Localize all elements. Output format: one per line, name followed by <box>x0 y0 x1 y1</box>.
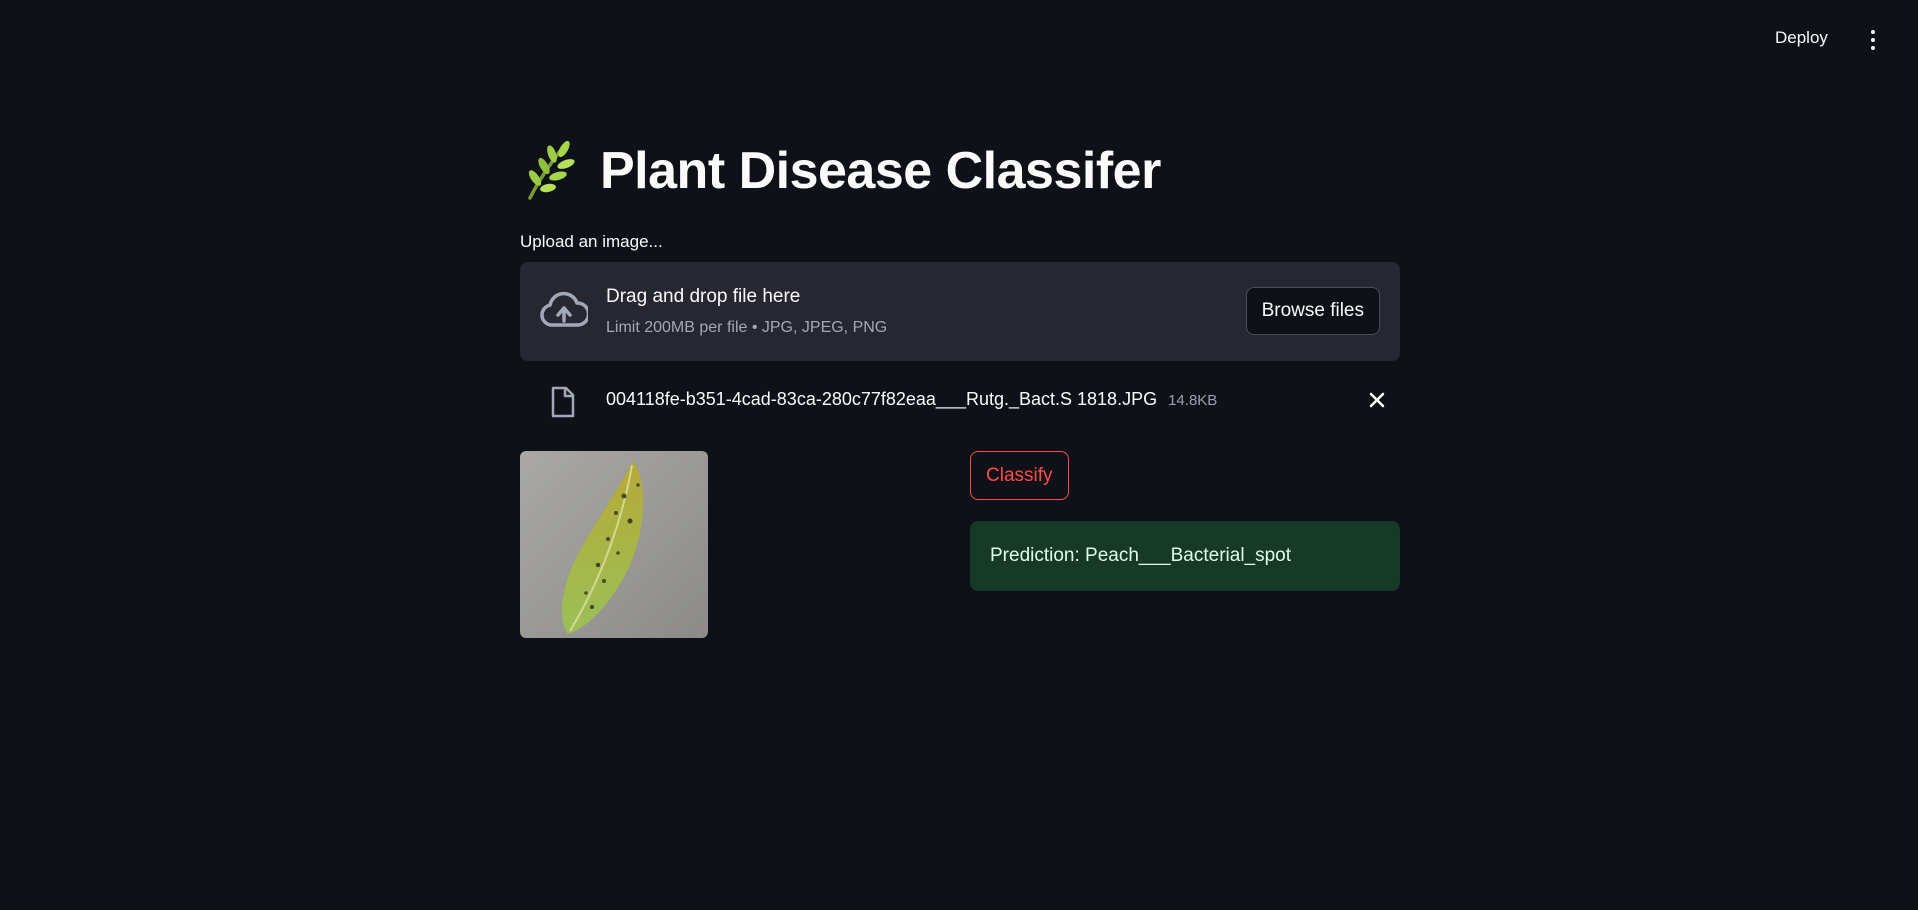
file-dropzone[interactable]: Drag and drop file here Limit 200MB per … <box>520 262 1400 361</box>
close-icon[interactable] <box>1364 387 1390 413</box>
uploaded-file-item: 004118fe-b351-4cad-83ca-280c77f82eaa___R… <box>520 380 1400 420</box>
app-page: Deploy Plant Disease Classifer Upload an… <box>0 0 1918 910</box>
herb-icon <box>528 140 575 200</box>
uploaded-leaf-image <box>520 451 708 638</box>
cloud-upload-icon <box>540 291 588 327</box>
file-size: 14.8KB <box>1168 392 1218 409</box>
page-header: Plant Disease Classifer <box>520 140 1161 202</box>
browse-files-button[interactable]: Browse files <box>1245 287 1380 335</box>
more-vertical-icon[interactable] <box>1864 28 1882 52</box>
file-name-text: 004118fe-b351-4cad-83ca-280c77f82eaa___R… <box>606 389 1158 409</box>
uploader-label: Upload an image... <box>520 232 663 251</box>
uploaded-file-name: 004118fe-b351-4cad-83ca-280c77f82eaa___R… <box>606 389 1217 410</box>
classify-button[interactable]: Classify <box>970 451 1069 500</box>
dropzone-subtitle: Limit 200MB per file • JPG, JPEG, PNG <box>606 319 888 336</box>
file-icon <box>551 386 575 418</box>
prediction-alert: Prediction: Peach___Bacterial_spot <box>970 521 1400 591</box>
deploy-button[interactable]: Deploy <box>1775 28 1828 48</box>
dropzone-title: Drag and drop file here <box>606 286 801 307</box>
page-title: Plant Disease Classifer <box>600 142 1161 200</box>
